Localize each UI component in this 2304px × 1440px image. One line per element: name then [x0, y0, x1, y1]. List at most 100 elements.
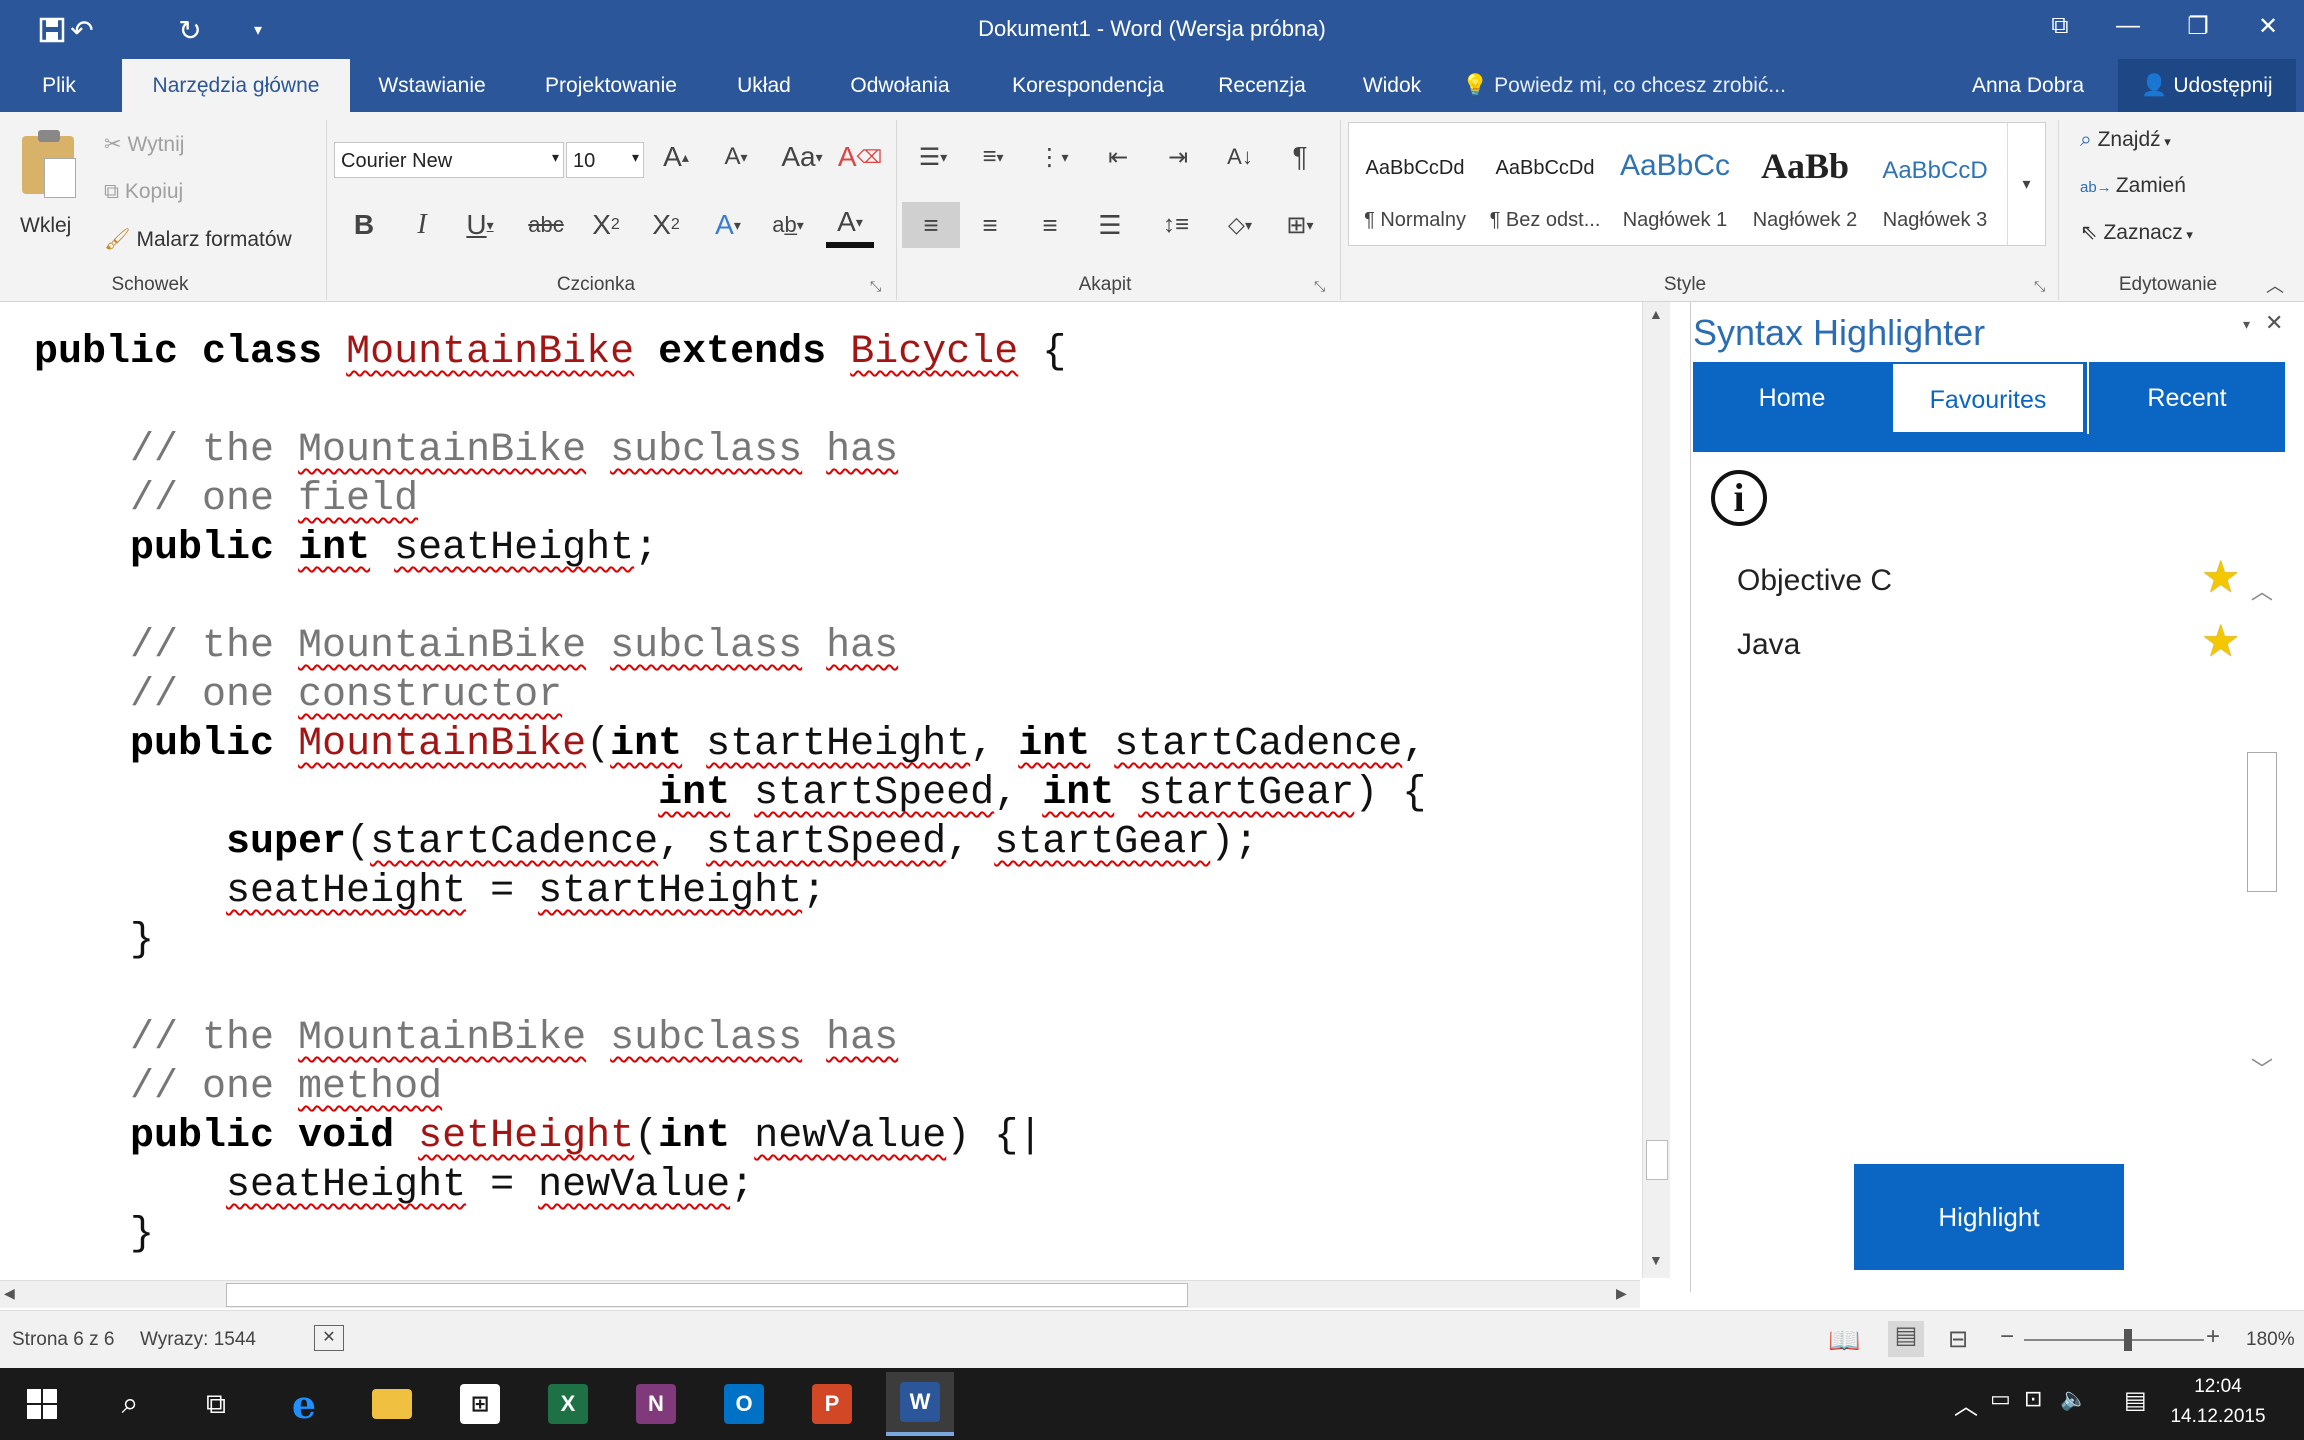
outlook-icon[interactable]: O — [710, 1376, 778, 1432]
grow-font-icon[interactable]: A ▴ — [652, 134, 700, 180]
scroll-thumb[interactable] — [226, 1283, 1188, 1307]
bold-icon[interactable]: B — [340, 202, 388, 248]
pane-options-icon[interactable]: ▾ — [2243, 316, 2250, 333]
styles-more-icon[interactable]: ▾ — [2007, 123, 2045, 245]
line-spacing-icon[interactable]: ↕≡ — [1148, 202, 1204, 248]
share-button[interactable]: 👤 Udostępnij — [2118, 59, 2296, 112]
scroll-down-icon[interactable]: ▼ — [1649, 1252, 1663, 1268]
close-button[interactable]: ✕ — [2240, 4, 2296, 48]
change-case-icon[interactable]: Aa ▾ — [772, 134, 832, 180]
info-icon[interactable]: i — [1711, 470, 1767, 526]
style-heading-2[interactable]: AaBb Nagłówek 2 — [1741, 123, 1869, 245]
styles-dialog-launcher-icon[interactable]: ⤡ — [2034, 278, 2045, 295]
tab-file[interactable]: Plik — [0, 59, 118, 112]
sort-icon[interactable]: A↓ — [1216, 134, 1264, 180]
align-left-icon[interactable]: ≡ — [902, 202, 960, 248]
font-name-select[interactable]: Courier New ▾ — [334, 142, 564, 178]
tab-home[interactable]: Narzędzia główne — [122, 59, 350, 112]
scroll-right-icon[interactable]: ▶ — [1616, 1285, 1627, 1302]
clock-time[interactable]: 12:04 — [2170, 1376, 2266, 1398]
pilcrow-icon[interactable]: ¶ — [1276, 134, 1324, 180]
minimize-button[interactable]: — — [2100, 4, 2156, 48]
notifications-icon[interactable]: ▤ — [2124, 1386, 2147, 1415]
bullets-icon[interactable]: ☰ ▾ — [906, 134, 960, 180]
pane-tab-favourites[interactable]: Favourites — [1891, 362, 2085, 434]
zoom-slider-thumb[interactable] — [2124, 1329, 2132, 1351]
battery-icon[interactable]: ▭ — [1990, 1386, 2011, 1412]
format-painter-button[interactable]: 🖌 Malarz formatów — [104, 228, 292, 252]
italic-icon[interactable]: I — [398, 202, 446, 248]
store-icon[interactable]: ⊞ — [446, 1376, 514, 1432]
decrease-indent-icon[interactable]: ⇤ — [1094, 134, 1142, 180]
style-heading-3[interactable]: AaBbCcD Nagłówek 3 — [1871, 123, 1999, 245]
paste-button[interactable]: Wklej — [14, 122, 84, 240]
pane-close-icon[interactable]: ✕ — [2265, 310, 2283, 336]
pane-tab-recent[interactable]: Recent — [2087, 362, 2285, 434]
zoom-out-icon[interactable]: − — [2000, 1323, 2014, 1351]
select-button[interactable]: ⇖ Zaznacz ▾ — [2080, 220, 2193, 245]
font-size-select[interactable]: 10 ▾ — [566, 142, 644, 178]
file-explorer-icon[interactable] — [358, 1376, 426, 1432]
tab-insert[interactable]: Wstawianie — [356, 59, 508, 112]
favourite-star-icon[interactable]: ★ — [2201, 620, 2240, 664]
word-count[interactable]: Wyrazy: 1544 — [140, 1329, 256, 1351]
scroll-thumb[interactable] — [1646, 1140, 1668, 1180]
zoom-slider[interactable] — [2024, 1329, 2204, 1351]
vertical-scrollbar[interactable]: ▲ ▼ — [1642, 302, 1670, 1278]
tab-review[interactable]: Recenzja — [1206, 59, 1318, 112]
proofing-icon[interactable]: ✕ — [314, 1325, 344, 1351]
onenote-icon[interactable]: N — [622, 1376, 690, 1432]
user-name[interactable]: Anna Dobra — [1972, 59, 2084, 112]
tell-me-box[interactable]: 💡 Powiedz mi, co chcesz zrobić... — [1462, 59, 1786, 112]
tab-mailings[interactable]: Korespondencja — [994, 59, 1182, 112]
clear-formatting-icon[interactable]: A ⌫ — [836, 134, 884, 180]
excel-icon[interactable]: X — [534, 1376, 602, 1432]
read-mode-icon[interactable]: 📖 — [1828, 1325, 1860, 1356]
favourite-star-icon[interactable]: ★ — [2201, 556, 2240, 600]
language-item-java[interactable]: Java — [1737, 628, 1800, 662]
windows-start-icon[interactable] — [8, 1376, 76, 1432]
tab-view[interactable]: Widok — [1346, 59, 1438, 112]
zoom-in-icon[interactable]: + — [2206, 1323, 2220, 1351]
task-view-icon[interactable]: ⧉ — [182, 1376, 250, 1432]
word-icon[interactable]: W — [886, 1372, 954, 1436]
strikethrough-icon[interactable]: abc — [522, 202, 570, 248]
subscript-icon[interactable]: X2 — [582, 202, 630, 248]
document-canvas[interactable]: public class MountainBike extends Bicycl… — [0, 302, 1640, 1282]
zoom-level[interactable]: 180% — [2246, 1329, 2295, 1351]
scroll-left-icon[interactable]: ◀ — [4, 1285, 15, 1302]
style-no-spacing[interactable]: AaBbCcDd ¶ Bez odst... — [1481, 123, 1609, 245]
style-normal[interactable]: AaBbCcDd ¶ Normalny — [1351, 123, 1479, 245]
pane-tab-home[interactable]: Home — [1695, 362, 1889, 434]
list-scroll-up-icon[interactable]: ︿ — [2251, 574, 2273, 606]
numbering-icon[interactable]: ≡ ▾ — [966, 134, 1020, 180]
find-button[interactable]: ⌕ Znajdź ▾ — [2080, 128, 2171, 152]
font-color-icon[interactable]: A ▾ — [826, 202, 874, 248]
superscript-icon[interactable]: X2 — [642, 202, 690, 248]
list-scroll-down-icon[interactable]: ﹀ — [2251, 1052, 2273, 1084]
tab-layout[interactable]: Układ — [714, 59, 814, 112]
style-heading-1[interactable]: AaBbCc Nagłówek 1 — [1611, 123, 1739, 245]
list-scrollbar-thumb[interactable] — [2247, 752, 2277, 892]
show-hidden-icons-icon[interactable]: ︿ — [1954, 1386, 1978, 1421]
restore-button[interactable]: ❐ — [2170, 4, 2226, 48]
volume-icon[interactable]: 🔈 — [2060, 1386, 2087, 1412]
underline-icon[interactable]: U ▾ — [456, 202, 504, 248]
powerpoint-icon[interactable]: P — [798, 1376, 866, 1432]
paragraph-dialog-launcher-icon[interactable]: ⤡ — [1314, 278, 1325, 295]
tab-references[interactable]: Odwołania — [834, 59, 966, 112]
tab-design[interactable]: Projektowanie — [526, 59, 696, 112]
justify-icon[interactable]: ☰ — [1086, 202, 1134, 248]
horizontal-scrollbar[interactable]: ◀ ▶ — [0, 1280, 1640, 1308]
cut-button[interactable]: ✂ Wytnij — [104, 132, 184, 157]
copy-button[interactable]: ⧉ Kopiuj — [104, 180, 183, 204]
scroll-up-icon[interactable]: ▲ — [1649, 306, 1663, 322]
collapse-ribbon-icon[interactable]: ︿ — [2266, 272, 2284, 298]
shading-icon[interactable]: ◇ ▾ — [1212, 202, 1268, 248]
ribbon-display-options-icon[interactable]: ⧉ — [2032, 4, 2088, 48]
edge-icon[interactable]: e — [270, 1376, 338, 1432]
font-dialog-launcher-icon[interactable]: ⤡ — [870, 278, 881, 295]
increase-indent-icon[interactable]: ⇥ — [1154, 134, 1202, 180]
align-center-icon[interactable]: ≡ — [966, 202, 1014, 248]
print-layout-icon[interactable]: ▤ — [1888, 1321, 1924, 1357]
